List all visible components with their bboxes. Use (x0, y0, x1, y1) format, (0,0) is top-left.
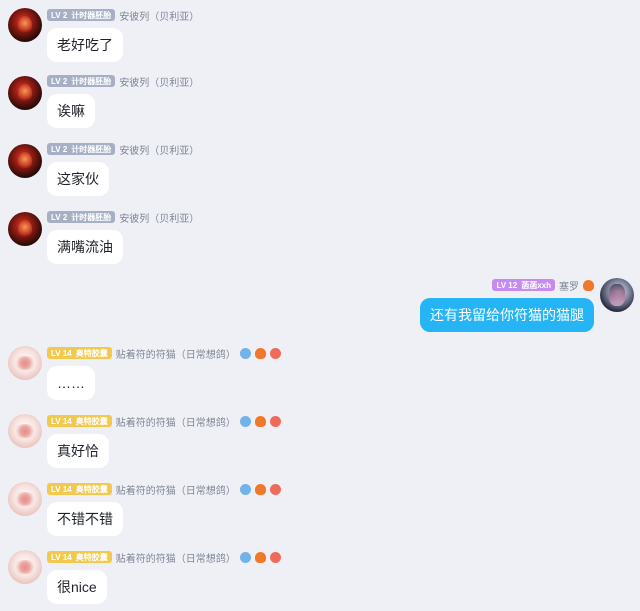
username[interactable]: 贴着符的符猫（日常想鸽） (116, 550, 236, 565)
flower-icon (269, 347, 281, 359)
avatar[interactable] (600, 278, 634, 312)
message-bubble[interactable]: 老好吃了 (47, 28, 123, 62)
message-bubble[interactable]: 很nice (47, 570, 107, 604)
avatar[interactable] (8, 550, 42, 584)
message-meta: LV 14 奥特胶囊 贴着符的符猫（日常想鸽） (47, 346, 281, 361)
message-meta: LV 14 奥特胶囊 贴着符的符猫（日常想鸽） (47, 550, 281, 565)
fan-badge: LV 14 奥特胶囊 (47, 551, 112, 563)
fire-icon (254, 347, 266, 359)
flower-icon (269, 483, 281, 495)
message-meta: LV 2 计时器胚胎 安彼列（贝利亚） (47, 8, 199, 23)
message-meta: LV 2 计时器胚胎 安彼列（贝利亚） (47, 210, 199, 225)
message-bubble[interactable]: 满嘴流油 (47, 230, 123, 264)
message-meta: LV 2 计时器胚胎 安彼列（贝利亚） (47, 74, 199, 89)
fire-icon (254, 551, 266, 563)
fire-icon (254, 483, 266, 495)
message-bubble[interactable]: 不错不错 (47, 502, 123, 536)
message-meta: LV 14 奥特胶囊 贴着符的符猫（日常想鸽） (47, 482, 281, 497)
message-bubble[interactable]: 这家伙 (47, 162, 109, 196)
avatar[interactable] (8, 76, 42, 110)
avatar[interactable] (8, 414, 42, 448)
fan-badge: LV 2 计时器胚胎 (47, 75, 116, 87)
avatar[interactable] (8, 144, 42, 178)
message-meta: LV 2 计时器胚胎 安彼列（贝利亚） (47, 142, 199, 157)
username[interactable]: 塞罗 (559, 278, 579, 293)
avatar[interactable] (8, 212, 42, 246)
username[interactable]: 贴着符的符猫（日常想鸽） (116, 482, 236, 497)
flower-icon (269, 551, 281, 563)
avatar[interactable] (8, 346, 42, 380)
fan-badge: LV 2 计时器胚胎 (47, 9, 116, 21)
bird-icon (239, 551, 251, 563)
fan-badge: LV 14 奥特胶囊 (47, 347, 112, 359)
username[interactable]: 安彼列（贝利亚） (119, 8, 199, 23)
bird-icon (239, 415, 251, 427)
fan-badge: LV 14 奥特胶囊 (47, 415, 112, 427)
fire-icon (254, 415, 266, 427)
fan-badge: LV 2 计时器胚胎 (47, 211, 116, 223)
username[interactable]: 安彼列（贝利亚） (119, 74, 199, 89)
message-meta: LV 12 菡菡xxh 塞罗 (492, 278, 594, 293)
flower-icon (269, 415, 281, 427)
fire-icon (583, 279, 594, 291)
bird-icon (239, 483, 251, 495)
username[interactable]: 安彼列（贝利亚） (119, 142, 199, 157)
fan-badge: LV 2 计时器胚胎 (47, 143, 116, 155)
username[interactable]: 贴着符的符猫（日常想鸽） (116, 414, 236, 429)
bird-icon (239, 347, 251, 359)
message-bubble[interactable]: 还有我留给你符猫的猫腿 (420, 298, 594, 332)
avatar[interactable] (8, 482, 42, 516)
fan-badge: LV 14 奥特胶囊 (47, 483, 112, 495)
message-bubble[interactable]: 真好恰 (47, 434, 109, 468)
message-bubble[interactable]: 诶嘛 (47, 94, 95, 128)
avatar[interactable] (8, 8, 42, 42)
message-bubble[interactable]: …… (47, 366, 95, 400)
username[interactable]: 贴着符的符猫（日常想鸽） (116, 346, 236, 361)
message-meta: LV 14 奥特胶囊 贴着符的符猫（日常想鸽） (47, 414, 281, 429)
username[interactable]: 安彼列（贝利亚） (119, 210, 199, 225)
fan-badge: LV 12 菡菡xxh (492, 279, 555, 291)
